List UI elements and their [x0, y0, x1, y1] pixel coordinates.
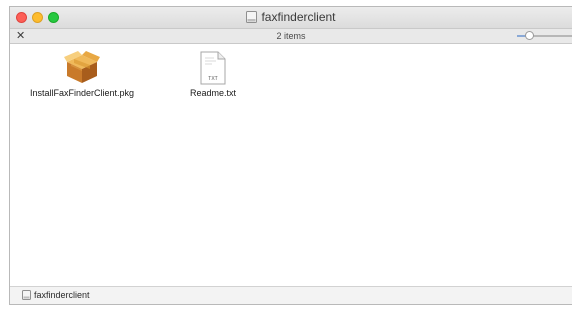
disk-image-icon	[246, 11, 258, 26]
icon-size-slider[interactable]	[517, 31, 572, 40]
item-count: 2 items	[276, 31, 306, 41]
toolbar: ✕ 2 items	[10, 29, 572, 44]
window-title: faxfinderclient	[261, 10, 336, 24]
finder-window: faxfinderclient ✕ 2 items InstallFaxFind…	[9, 6, 572, 305]
window-title-wrap: faxfinderclient	[10, 10, 572, 26]
slider-knob[interactable]	[525, 31, 534, 40]
slider-track	[531, 35, 572, 37]
text-document-icon: TXT	[178, 51, 248, 85]
path-item-label: faxfinderclient	[34, 290, 90, 300]
file-item-pkg[interactable]: InstallFaxFinderClient.pkg	[22, 51, 142, 98]
txt-badge: TXT	[208, 76, 217, 82]
file-name: Readme.txt	[189, 88, 237, 98]
package-icon	[22, 51, 142, 85]
path-item[interactable]: faxfinderclient	[22, 290, 90, 303]
disk-image-icon	[22, 290, 31, 303]
file-item-txt[interactable]: TXT Readme.txt	[178, 51, 248, 98]
file-area[interactable]: InstallFaxFinderClient.pkg TXT Readme.tx…	[10, 44, 572, 286]
path-bar: faxfinderclient	[10, 286, 572, 304]
file-name: InstallFaxFinderClient.pkg	[29, 88, 135, 98]
title-bar[interactable]: faxfinderclient	[10, 7, 572, 29]
